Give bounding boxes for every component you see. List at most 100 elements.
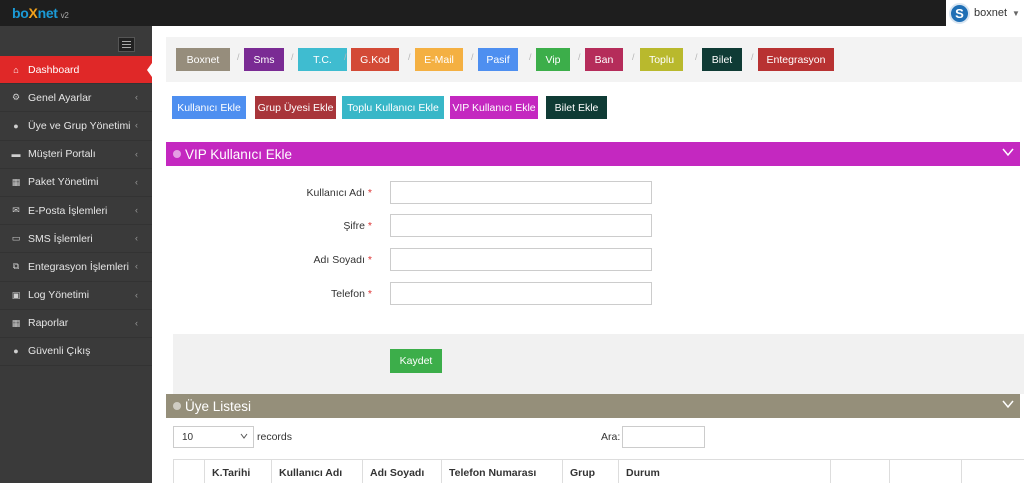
search-input[interactable] [622,426,705,448]
tag-separator: / [344,52,347,62]
form-label-text: Şifre [343,220,365,232]
tag-separator: / [237,52,240,62]
user-menu[interactable]: S boxnet ▼ [946,0,1024,26]
avatar: S [949,2,970,24]
page-length-select[interactable]: 10 [173,426,254,448]
sidebar-item[interactable]: ⌂ Dashboard [0,56,152,85]
action-button[interactable]: Toplu Kullanıcı Ekle [342,96,444,119]
chevron-left-icon: ‹ [135,176,138,187]
panel-bullet-icon [173,150,181,158]
boxnet-logo[interactable]: boXnet v2 [12,5,69,21]
sidebar-item[interactable]: ▣ Log Yönetimi ‹ [0,282,152,310]
member-list-panel-title: Üye Listesi [185,398,252,414]
sidebar-item[interactable]: ⧉ Entegrasyon İşlemleri ‹ [0,253,152,282]
table-column-header[interactable]: Adı Soyadı [363,460,442,483]
action-button[interactable]: Kullanıcı Ekle [172,96,246,119]
top-bar: boXnet v2 S boxnet ▼ [0,0,1024,26]
table-column-header[interactable]: Telefon Numarası [442,460,563,483]
sidebar-item[interactable]: ⚙ Genel Ayarlar ‹ [0,84,152,113]
form-input[interactable] [390,248,652,271]
sidebar-item-label: Entegrasyon İşlemleri [28,260,129,273]
panel-bullet-icon [173,402,181,410]
chevron-left-icon: ‹ [135,261,138,272]
chevron-down-icon [240,433,248,439]
sidebar-item-label: Üye ve Grup Yönetimi [28,119,131,132]
sidebar-item-label: Log Yönetimi [28,289,90,302]
sidebar-item-label: Genel Ayarlar [28,91,92,104]
form-label: Kullanıcı Adı * [307,187,372,199]
chevron-left-icon: ‹ [135,148,138,159]
form-input[interactable] [390,282,652,305]
table-column-header[interactable] [890,460,962,483]
table-column-header[interactable]: Kullanıcı Adı [272,460,363,483]
tag-button[interactable]: Vip [536,48,570,71]
required-mark: * [367,254,372,266]
logo-text-prefix: bo [12,5,29,21]
chevron-left-icon: ‹ [135,317,138,328]
tag-button[interactable]: Pasif [478,48,518,71]
sidebar-item[interactable]: ● Güvenli Çıkış [0,338,152,367]
chevron-left-icon: ‹ [135,204,138,215]
tag-button[interactable]: Toplu [640,48,683,71]
table-column-header[interactable]: Grup [563,460,619,483]
chevron-left-icon: ‹ [135,92,138,103]
table-column-header[interactable] [962,460,1024,483]
form-footer [173,334,1024,394]
sidebar-item[interactable]: ▬ Müşteri Portalı ‹ [0,141,152,169]
user-icon: ● [13,120,19,131]
action-button[interactable]: Grup Üyesi Ekle [255,96,336,119]
table-column-header[interactable] [174,460,205,483]
sidebar-item-label: Müşteri Portalı [28,148,96,161]
tag-button[interactable]: Entegrasyon [758,48,834,71]
sidebar-toggle-button[interactable] [118,37,135,52]
home-icon: ⌂ [13,64,19,75]
sidebar-item-label: Güvenli Çıkış [28,345,91,358]
tag-separator: / [751,52,754,62]
required-mark: * [367,288,372,300]
envelope-icon: ✉ [12,205,20,216]
sidebar-item[interactable]: ▦ Raporlar ‹ [0,310,152,338]
action-button[interactable]: VIP Kullanıcı Ekle [450,96,538,119]
table-column-header[interactable] [831,460,890,483]
tag-button[interactable]: Sms [244,48,284,71]
tag-button[interactable]: G.Kod [351,48,399,71]
hamburger-icon-line [122,44,131,45]
tag-button[interactable]: Ban [585,48,623,71]
table-column-header[interactable]: Durum [619,460,831,483]
vip-panel-header[interactable]: VIP Kullanıcı Ekle [166,142,1020,166]
sidebar-item[interactable]: ● Üye ve Grup Yönetimi ‹ [0,112,152,141]
sidebar-menu: ⌂ Dashboard ⚙ Genel Ayarlar ‹ ● Üye ve Grup Yö… [0,56,152,367]
form-label-text: Kullanıcı Adı [306,187,365,199]
tag-separator: / [471,52,474,62]
tag-button[interactable]: E-Mail [415,48,463,71]
sidebar-item-label: Dashboard [28,63,80,76]
sidebar-item[interactable]: ▦ Paket Yönetimi ‹ [0,169,152,197]
tag-separator: / [578,52,581,62]
member-list-panel-header[interactable]: Üye Listesi [166,394,1020,418]
sidebar-item[interactable]: ▭ SMS İşlemleri ‹ [0,225,152,254]
required-mark: * [367,220,372,232]
action-button[interactable]: Bilet Ekle [546,96,607,119]
required-mark: * [367,187,372,199]
comment-icon: ▭ [11,233,21,244]
chevron-down-icon[interactable] [1002,146,1014,158]
tag-button[interactable]: Bilet [702,48,742,71]
save-button[interactable]: Kaydet [390,349,442,373]
gears-icon: ⚙ [11,92,21,103]
sidebar-item[interactable]: ✉ E-Posta İşlemleri ‹ [0,197,152,226]
hamburger-icon-line [122,41,131,42]
hamburger-icon-line [122,47,131,48]
form-label: Adı Soyadı * [314,254,372,266]
tag-separator: / [408,52,411,62]
form-input[interactable] [390,181,652,204]
sitemap-icon: ⧉ [12,261,20,272]
tag-button[interactable]: T.C. [298,48,347,71]
search-label: Ara: [601,431,621,443]
sidebar-item-label: Raporlar [28,317,69,330]
form-input[interactable] [390,214,652,237]
chevron-down-icon[interactable] [1002,398,1014,410]
table-column-header[interactable]: K.Tarihi [205,460,272,483]
logo-text-suffix: net [37,5,58,21]
user-name: boxnet [974,7,1008,19]
tag-button[interactable]: Boxnet [176,48,230,71]
